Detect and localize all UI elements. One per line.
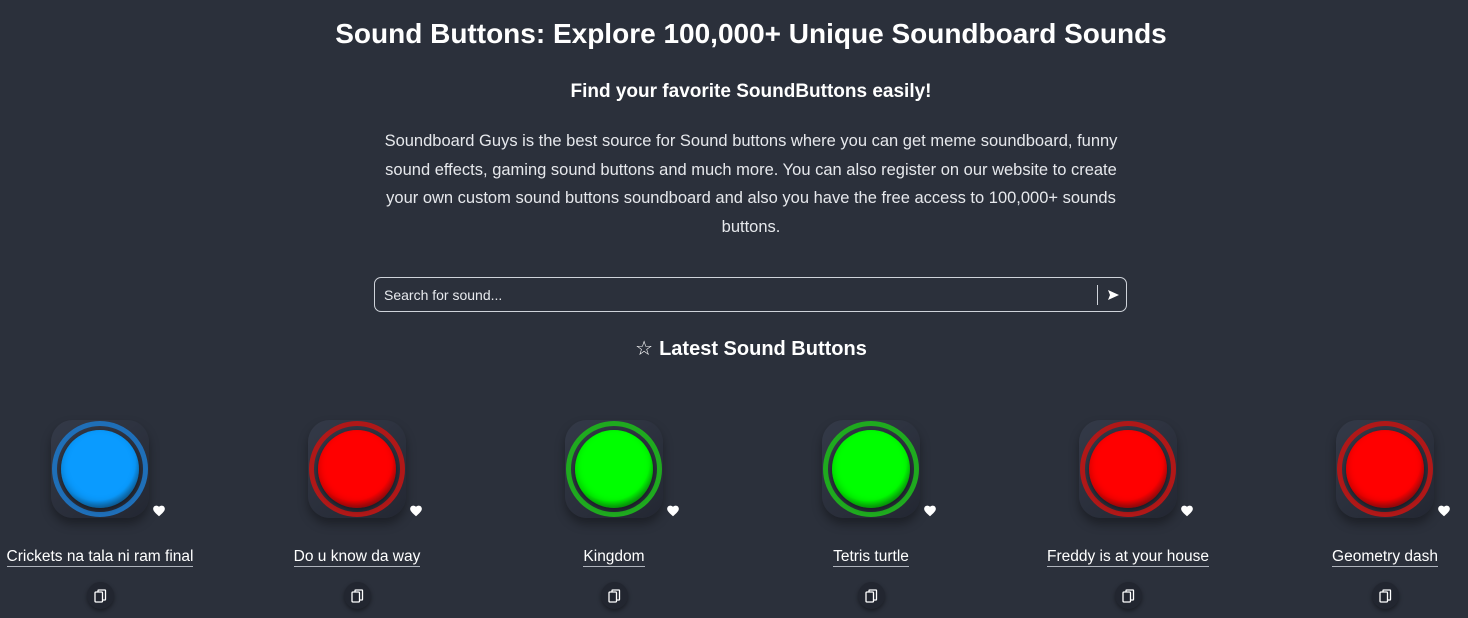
page-title: Sound Buttons: Explore 100,000+ Unique S… <box>335 18 1167 49</box>
send-arrow-icon <box>1108 289 1119 300</box>
sound-card: Crickets na tala ni ram final <box>0 420 210 618</box>
sound-play-button[interactable] <box>51 420 149 518</box>
latest-sounds-title: Latest Sound Buttons <box>659 338 867 360</box>
sound-play-button[interactable] <box>1079 420 1177 518</box>
star-icon: ☆ <box>635 338 654 360</box>
page-description: Soundboard Guys is the best source for S… <box>384 132 1118 236</box>
sound-play-button[interactable] <box>1336 420 1434 518</box>
sound-button-orb <box>318 430 396 508</box>
search-bar <box>374 277 1127 312</box>
search-divider <box>1097 285 1098 305</box>
heart-icon[interactable] <box>666 504 680 518</box>
search-input[interactable] <box>384 278 1084 311</box>
sound-button-orb <box>1089 430 1167 508</box>
sound-name: Geometry dash <box>1275 548 1468 567</box>
sound-name: Crickets na tala ni ram final <box>0 548 210 567</box>
heart-icon[interactable] <box>152 504 166 518</box>
copy-icon <box>865 588 878 603</box>
sound-card: Do u know da way <box>247 420 467 618</box>
copy-icon <box>608 588 621 603</box>
sound-name: Kingdom <box>504 548 724 567</box>
sound-card: Geometry dash <box>1275 420 1468 618</box>
copy-button[interactable] <box>87 582 114 609</box>
sound-name-link[interactable]: Crickets na tala ni ram final <box>6 548 194 567</box>
sound-name: Do u know da way <box>247 548 467 567</box>
page-subtitle: Find your favorite SoundButtons easily! <box>570 81 932 102</box>
sound-play-button[interactable] <box>308 420 406 518</box>
copy-icon <box>1122 588 1135 603</box>
heart-icon[interactable] <box>1437 504 1451 518</box>
sound-button-orb <box>61 430 139 508</box>
copy-button[interactable] <box>858 582 885 609</box>
heart-icon[interactable] <box>923 504 937 518</box>
sound-card: Freddy is at your house <box>1018 420 1238 618</box>
heart-icon[interactable] <box>1180 504 1194 518</box>
copy-button[interactable] <box>344 582 371 609</box>
sound-button-orb <box>575 430 653 508</box>
sound-name-link[interactable]: Do u know da way <box>293 548 421 567</box>
sound-card: Kingdom <box>504 420 724 618</box>
page: Sound Buttons: Explore 100,000+ Unique S… <box>0 0 1468 618</box>
search-submit-button[interactable] <box>1101 278 1126 311</box>
sound-name: Tetris turtle <box>761 548 981 567</box>
sound-name-link[interactable]: Tetris turtle <box>833 548 909 567</box>
sound-name-link[interactable]: Kingdom <box>583 548 645 567</box>
sound-play-button[interactable] <box>822 420 920 518</box>
copy-button[interactable] <box>1372 582 1399 609</box>
sound-button-orb <box>1346 430 1424 508</box>
sound-play-button[interactable] <box>565 420 663 518</box>
latest-sounds-heading: ☆ Latest Sound Buttons <box>0 337 1468 361</box>
sound-button-orb <box>832 430 910 508</box>
sound-name: Freddy is at your house <box>1018 548 1238 567</box>
sound-card: Tetris turtle <box>761 420 981 618</box>
sound-name-link[interactable]: Geometry dash <box>1332 548 1438 567</box>
heart-icon[interactable] <box>409 504 423 518</box>
copy-button[interactable] <box>601 582 628 609</box>
sound-name-link[interactable]: Freddy is at your house <box>1047 548 1209 567</box>
copy-button[interactable] <box>1115 582 1142 609</box>
copy-icon <box>351 588 364 603</box>
copy-icon <box>1379 588 1392 603</box>
copy-icon <box>94 588 107 603</box>
